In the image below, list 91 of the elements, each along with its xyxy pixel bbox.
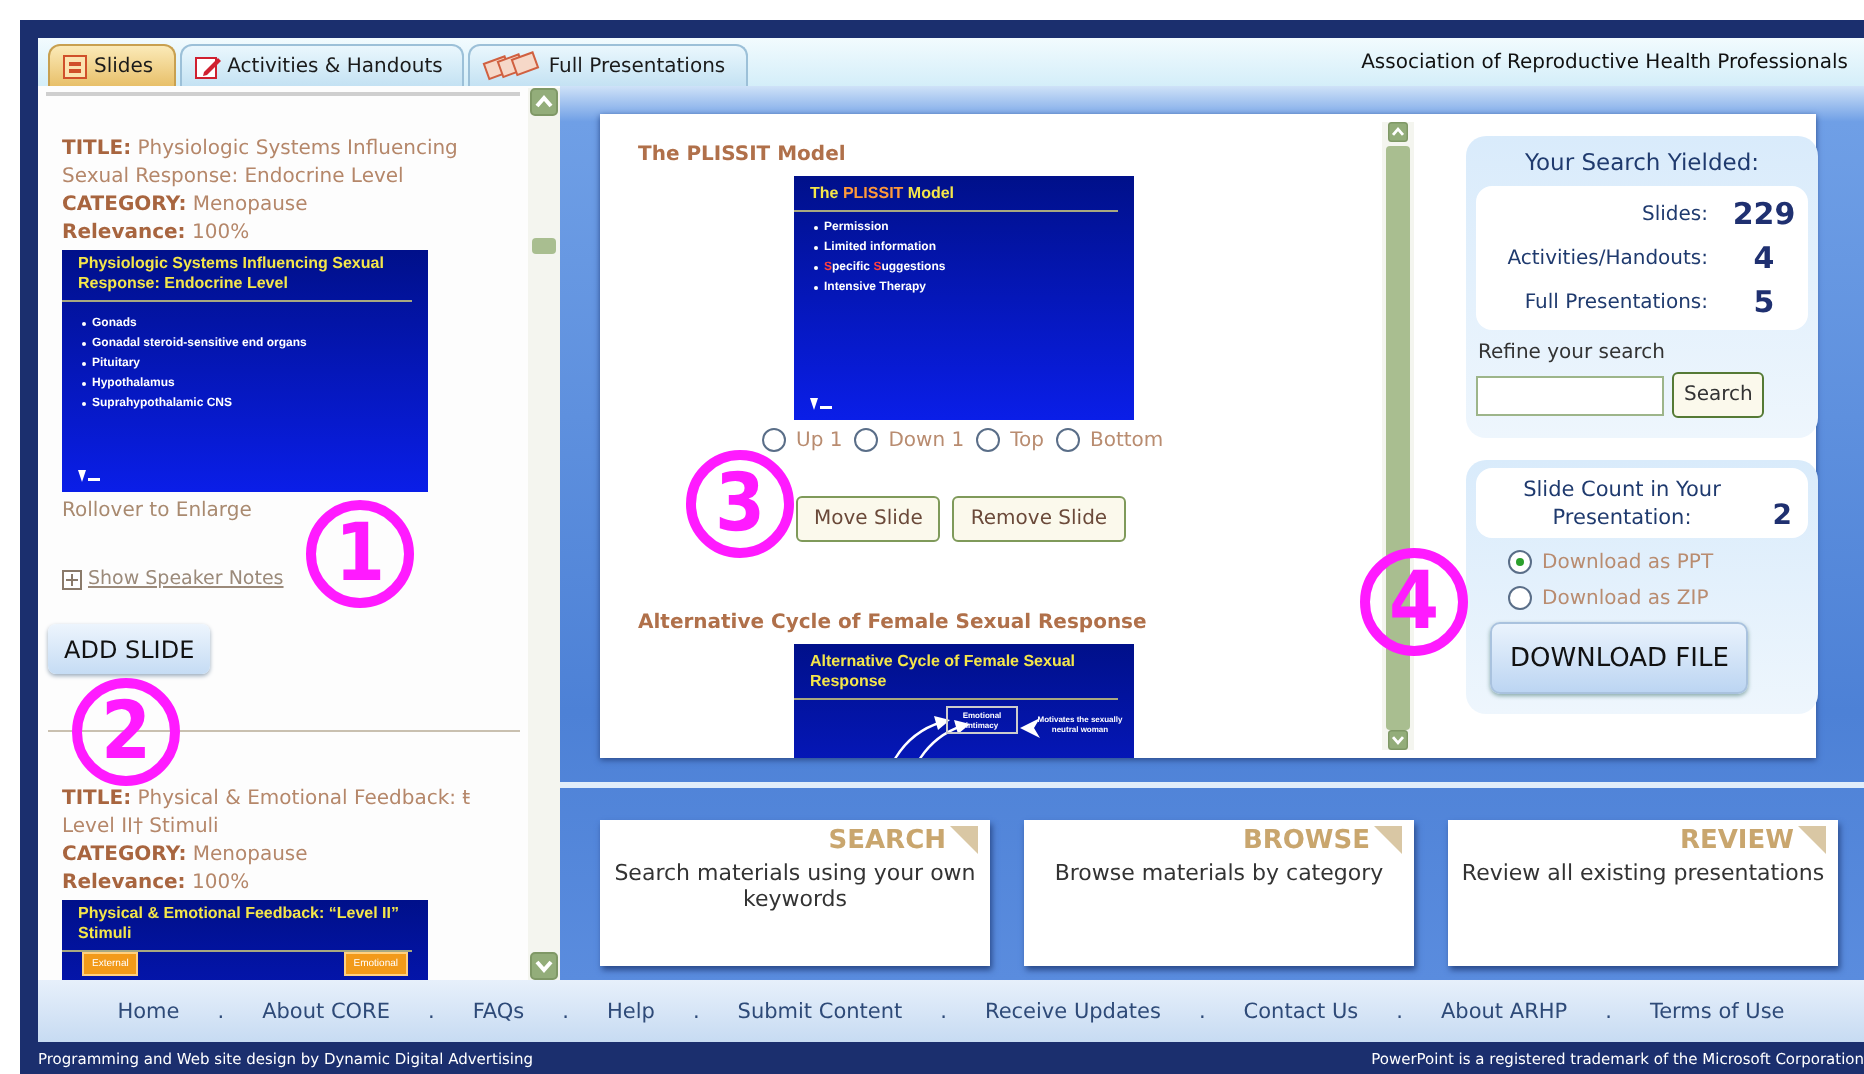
radio-label: Up 1: [796, 429, 843, 451]
scroll-down-icon[interactable]: [530, 952, 558, 980]
card[interactable]: SEARCH Search materials using your own keywords: [600, 820, 990, 966]
add-slide-button[interactable]: ADD SLIDE: [48, 624, 211, 674]
result-title: TITLE: Physiologic Systems Influencing Sexual Response: Endocrine Level: [62, 136, 460, 192]
radio-label: Down 1: [888, 429, 965, 451]
slide-action-button[interactable]: Remove Slide: [952, 496, 1126, 542]
separator-dot: .: [562, 999, 569, 1023]
corner-triangle-icon: [1798, 826, 1826, 854]
tab[interactable]: Activities & Handouts: [179, 44, 465, 86]
slide-heading: The PLISSIT Model: [638, 144, 848, 166]
scroll-up-icon[interactable]: [1384, 122, 1412, 142]
arrow-icon: [1018, 716, 1042, 740]
result-relevance: Relevance: 100%: [62, 220, 252, 248]
summary-heading: Your Search Yielded:: [1523, 148, 1761, 176]
slide-title: Physiologic Systems Influencing Sexual Response: Endocrine Level: [76, 252, 386, 296]
radio-button[interactable]: [1508, 550, 1532, 574]
result-title: TITLE: Physical & Emotional Feedback: ŧ Level II† Stimuli: [62, 786, 473, 842]
tab[interactable]: Slides: [48, 44, 176, 86]
annotation-number: 4: [1360, 548, 1468, 656]
corner-triangle-icon: [1374, 826, 1402, 854]
radio-label: Download as PPT: [1542, 551, 1714, 573]
radio-button[interactable]: [976, 428, 1001, 452]
card[interactable]: BROWSE Browse materials by category: [1024, 820, 1414, 966]
pencil-page-icon: [193, 53, 222, 79]
nav-link[interactable]: Submit Content: [737, 999, 903, 1023]
result-category: CATEGORY: Menopause: [62, 842, 310, 870]
scrollbar[interactable]: [528, 88, 560, 980]
nav-link[interactable]: Receive Updates: [985, 999, 1161, 1023]
corner-triangle-icon: [950, 826, 978, 854]
nav-link[interactable]: Terms of Use: [1649, 999, 1785, 1023]
scroll-thumb[interactable]: [532, 238, 556, 254]
nav-link[interactable]: Contact Us: [1243, 999, 1359, 1023]
slide-title: Alternative Cycle of Female Sexual Response: [808, 650, 1077, 694]
count-label: Activities/Handouts:: [1505, 247, 1708, 269]
card-title: REVIEW: [1679, 826, 1794, 856]
card-title: BROWSE: [1242, 826, 1370, 856]
tab[interactable]: Full Presentations: [468, 44, 748, 86]
stacked-cards-icon: [482, 50, 543, 82]
slide-icon: [62, 53, 88, 79]
radio-button[interactable]: [854, 428, 879, 452]
nav-link[interactable]: Home: [117, 999, 180, 1023]
card-description: Review all existing presentations: [1460, 860, 1826, 886]
separator-dot: .: [1605, 999, 1612, 1023]
annotation-number: 1: [306, 500, 414, 608]
count-label: Slides:: [1640, 203, 1708, 225]
count-value: 2: [1770, 500, 1792, 532]
nav-link[interactable]: Help: [607, 999, 655, 1023]
slide-action-button[interactable]: Move Slide: [796, 496, 941, 542]
logo-icon: [806, 396, 834, 412]
separator-dot: .: [217, 999, 225, 1023]
result-relevance: Relevance: 100%: [62, 870, 252, 898]
separator-dot: .: [1396, 999, 1403, 1023]
scroll-down-icon[interactable]: [1384, 730, 1412, 750]
card-title: SEARCH: [828, 826, 946, 856]
radio-label: Top: [1010, 429, 1044, 451]
separator-dot: .: [1198, 999, 1206, 1023]
count-label: Full Presentations:: [1522, 291, 1708, 313]
count-value: 229: [1730, 196, 1798, 232]
count-value: 5: [1751, 284, 1777, 320]
logo-icon: [74, 468, 102, 484]
annotation-number: 3: [686, 450, 794, 558]
card[interactable]: REVIEW Review all existing presentations: [1448, 820, 1838, 966]
result-category: CATEGORY: Menopause: [62, 192, 310, 220]
search-button[interactable]: Search: [1672, 372, 1765, 418]
organization-name: Association of Reproductive Health Professionals: [1361, 51, 1850, 73]
count-label: Slide Count in Your Presentation:: [1521, 476, 1723, 532]
separator-dot: .: [940, 999, 947, 1023]
search-field[interactable]: [1476, 375, 1664, 415]
card-description: Search materials using your own keywords: [612, 860, 978, 912]
refine-label: Refine your search: [1478, 342, 1668, 364]
slide-title: The PLISSIT Model: [808, 182, 957, 206]
radio-button[interactable]: [1508, 586, 1532, 610]
radio-label: Bottom: [1089, 429, 1164, 451]
slide-title: Physical & Emotional Feedback: “Level II” Stimuli: [76, 902, 401, 946]
hint-text: Rollover to Enlarge: [62, 500, 254, 522]
separator-dot: .: [428, 999, 435, 1023]
nav-link[interactable]: FAQs: [472, 999, 525, 1023]
radio-button[interactable]: [1055, 428, 1080, 452]
annotation-number: 2: [72, 678, 180, 786]
nav-link[interactable]: About CORE: [262, 999, 390, 1023]
scroll-up-icon[interactable]: [530, 88, 558, 116]
separator-dot: .: [692, 999, 700, 1023]
slide-heading: Alternative Cycle of Female Sexual Response: [638, 612, 1149, 634]
nav-link[interactable]: About ARHP: [1441, 999, 1568, 1023]
radio-label: Download as ZIP: [1542, 587, 1709, 609]
download-button[interactable]: DOWNLOAD FILE: [1490, 622, 1749, 694]
count-value: 4: [1751, 240, 1777, 276]
card-description: Browse materials by category: [1052, 860, 1386, 886]
plus-box-icon[interactable]: [62, 569, 82, 589]
radio-button[interactable]: [762, 428, 786, 452]
